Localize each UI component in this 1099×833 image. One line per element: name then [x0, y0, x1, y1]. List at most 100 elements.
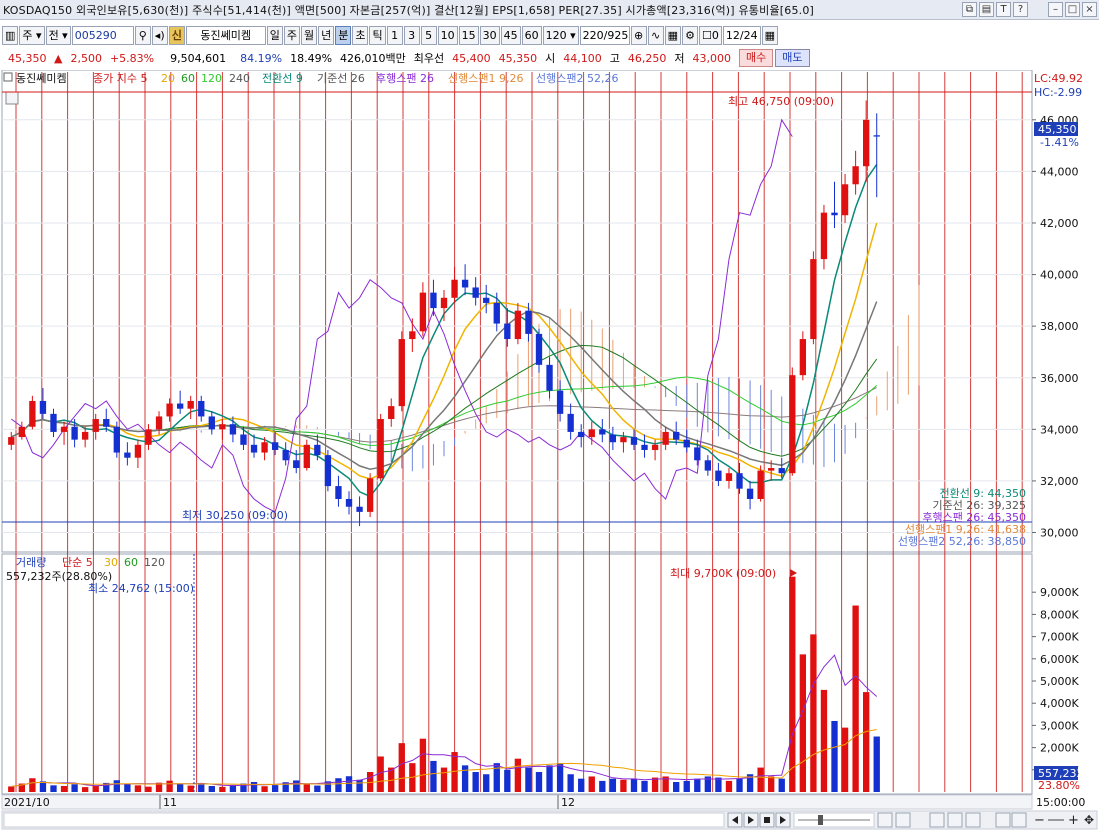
- pan-icon[interactable]: ✥: [1084, 813, 1094, 827]
- indicator-icon[interactable]: [947, 812, 963, 828]
- volume-bar: [673, 782, 680, 792]
- legend-ma20: 20: [161, 72, 175, 85]
- volume-tick-label: 4,000K: [1040, 697, 1079, 710]
- sell-button[interactable]: 매도: [775, 49, 810, 67]
- copy-icon[interactable]: ▤: [979, 2, 994, 17]
- d-checkbox[interactable]: ☐0: [699, 25, 722, 45]
- volume-bar: [208, 786, 215, 792]
- stock-code-input[interactable]: 005290: [71, 25, 134, 45]
- candle-body: [567, 413, 574, 432]
- minute-120-dropdown[interactable]: 120 ▾: [542, 25, 579, 45]
- grid-icon[interactable]: ▦: [664, 25, 682, 45]
- time-axis: [1, 794, 1033, 810]
- candle-body: [704, 460, 712, 471]
- minute-3[interactable]: 3: [403, 25, 420, 45]
- zoom-in-plus-icon[interactable]: +: [1068, 813, 1079, 828]
- volume-bar: [789, 576, 796, 792]
- candle-body: [356, 506, 363, 512]
- count-input[interactable]: 220/925: [579, 25, 630, 45]
- calendar-icon[interactable]: ▦: [761, 25, 779, 45]
- minimize-icon[interactable]: –: [1048, 2, 1063, 17]
- candle-body: [250, 444, 258, 453]
- candle-body: [662, 431, 669, 445]
- scroll-track[interactable]: [3, 812, 725, 828]
- candle-body: [377, 419, 384, 479]
- volume-bar: [472, 772, 479, 792]
- period-day[interactable]: 일: [266, 25, 283, 45]
- close-icon[interactable]: ×: [1082, 2, 1097, 17]
- maximize-icon[interactable]: □: [1065, 2, 1080, 17]
- period-week[interactable]: 주: [283, 25, 300, 45]
- panel-menu-icon[interactable]: [5, 91, 19, 105]
- price-tick-label: 32,000: [1040, 475, 1079, 488]
- search-icon[interactable]: ⚲: [134, 25, 151, 45]
- buy-button[interactable]: 매수: [739, 49, 774, 67]
- split-icon[interactable]: [895, 812, 911, 828]
- price-axis-ticks: 46,00044,00042,00040,00038,00036,00034,0…: [1032, 114, 1079, 540]
- candle-body: [282, 449, 289, 461]
- volume-bar: [778, 778, 785, 792]
- zoom-slider-thumb[interactable]: [818, 815, 823, 825]
- period-second[interactable]: 초: [352, 25, 369, 45]
- candle-body: [303, 444, 310, 469]
- volume-bar: [124, 784, 131, 792]
- legend-conversion: 전환선 9: [262, 72, 303, 85]
- period-tick[interactable]: 틱: [369, 25, 386, 45]
- volume-bar: [377, 756, 384, 792]
- sound-icon[interactable]: ◂): [151, 25, 168, 45]
- volume-bar: [694, 778, 701, 792]
- low-annotation: 최저 30,250 (09:00): [182, 509, 288, 522]
- minute-30[interactable]: 30: [479, 25, 500, 45]
- font-size-icon[interactable]: T: [996, 2, 1011, 17]
- chart-toolbar: ▥ 주 ▾ 전 ▾ 005290 ⚲ ◂) 신 동진쎄미켐 일 주 월 년 분 …: [0, 24, 1099, 46]
- settings-icon[interactable]: ⚙: [682, 25, 699, 45]
- zoom-out-icon[interactable]: −: [1034, 813, 1045, 828]
- legend-ma240: 240: [229, 72, 250, 85]
- minute-5[interactable]: 5: [420, 25, 437, 45]
- period-year[interactable]: 년: [318, 25, 335, 45]
- minute-45[interactable]: 45: [500, 25, 521, 45]
- arrow-left-icon[interactable]: [995, 812, 1011, 828]
- volume-bar: [768, 776, 775, 792]
- candle-body: [198, 400, 205, 417]
- volume-bar: [863, 692, 870, 792]
- trade-volume: 9,504,601: [170, 51, 227, 65]
- legend-stock-name: 동진쎄미켐: [16, 72, 67, 85]
- candle-body: [240, 434, 247, 445]
- volume-bar: [440, 767, 448, 792]
- candle-body: [92, 419, 99, 432]
- current-price-value: 45,350: [1038, 123, 1077, 136]
- minute-15[interactable]: 15: [458, 25, 479, 45]
- volume-legend-label: 거래량: [16, 556, 46, 569]
- period-minute[interactable]: 분: [335, 25, 352, 45]
- help-icon[interactable]: ?: [1013, 2, 1028, 17]
- compare-icon[interactable]: [965, 812, 981, 828]
- stock-chart[interactable]: 동진쎄미켐 종가 지수 5 20 60 120 240 전환선 9 기준선 26…: [0, 69, 1099, 833]
- minute-1[interactable]: 1: [386, 25, 403, 45]
- draw-icon[interactable]: ∿: [647, 25, 664, 45]
- candle-body: [757, 470, 764, 499]
- open-label: 시: [545, 52, 556, 65]
- period-dropdown[interactable]: 주 ▾: [19, 25, 45, 45]
- period-month[interactable]: 월: [300, 25, 318, 45]
- volume-bar: [567, 774, 574, 792]
- volume-legend-ma: 단순 5: [62, 556, 93, 569]
- candle-body: [176, 403, 184, 409]
- chart-area[interactable]: 동진쎄미켐 종가 지수 5 20 60 120 240 전환선 9 기준선 26…: [0, 69, 1099, 833]
- volume-bar: [493, 763, 500, 792]
- zoom-in-icon[interactable]: ⊕: [630, 25, 647, 45]
- date-input[interactable]: 12/24: [722, 25, 761, 45]
- type-dropdown[interactable]: 전 ▾: [45, 25, 71, 45]
- volume-legend-ma60: 60: [124, 556, 138, 569]
- layout-icon[interactable]: ▥: [2, 25, 19, 45]
- candle-body: [736, 473, 743, 489]
- candle-body: [535, 333, 543, 365]
- arrow-right-icon[interactable]: [1011, 812, 1027, 828]
- minute-10[interactable]: 10: [437, 25, 458, 45]
- restore-icon[interactable]: ⧉: [962, 2, 977, 17]
- fit-icon[interactable]: [877, 812, 893, 828]
- cursor-icon[interactable]: [929, 812, 945, 828]
- minute-60[interactable]: 60: [521, 25, 542, 45]
- volume-legend-ma120: 120: [144, 556, 165, 569]
- credit-badge: 신: [168, 25, 185, 45]
